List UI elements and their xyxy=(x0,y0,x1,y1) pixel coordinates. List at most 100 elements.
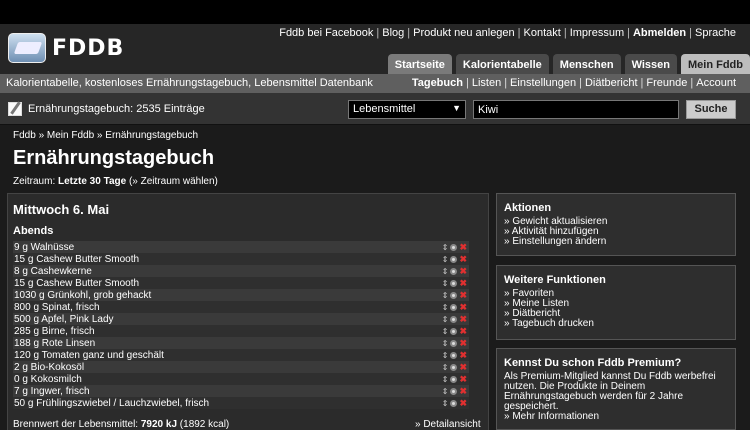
delete-icon[interactable]: ✖ xyxy=(459,254,467,265)
subnav-tagebuch[interactable]: Tagebuch xyxy=(412,77,463,89)
subnav-freunde[interactable]: Freunde xyxy=(646,77,687,89)
entry-label[interactable]: 15 g Cashew Butter Smooth xyxy=(13,278,437,289)
gear-icon[interactable] xyxy=(450,363,458,371)
tab-menschen[interactable]: Menschen xyxy=(552,54,621,74)
gear-icon[interactable] xyxy=(450,375,458,383)
day-title: Mittwoch 6. Mai xyxy=(13,202,110,217)
sort-icon[interactable]: ⇕ xyxy=(442,387,449,396)
entry-label[interactable]: 120 g Tomaten ganz und geschält xyxy=(13,350,437,361)
tab-mein-fddb[interactable]: Mein Fddb xyxy=(681,54,750,74)
link-new-product[interactable]: Produkt neu anlegen xyxy=(413,27,515,39)
sort-icon[interactable]: ⇕ xyxy=(442,303,449,312)
breadcrumb[interactable]: Fddb » Mein Fddb » Ernährungstagebuch xyxy=(13,130,198,141)
entry-label[interactable]: 188 g Rote Linsen xyxy=(13,338,437,349)
entry-label[interactable]: 285 g Birne, frisch xyxy=(13,326,437,337)
search-input[interactable] xyxy=(473,100,679,119)
sort-icon[interactable]: ⇕ xyxy=(442,243,449,252)
gear-icon[interactable] xyxy=(450,279,458,287)
gear-icon[interactable] xyxy=(450,303,458,311)
sort-icon[interactable]: ⇕ xyxy=(442,255,449,264)
delete-icon[interactable]: ✖ xyxy=(459,338,467,349)
sort-icon[interactable]: ⇕ xyxy=(442,363,449,372)
period-info: Zeitraum: Letzte 30 Tage (» Zeitraum wäh… xyxy=(13,176,218,187)
delete-icon[interactable]: ✖ xyxy=(459,398,467,409)
delete-icon[interactable]: ✖ xyxy=(459,242,467,253)
subnav-listen[interactable]: Listen xyxy=(472,77,501,89)
link-contact[interactable]: Kontakt xyxy=(524,27,561,39)
link-language[interactable]: Sprache xyxy=(695,27,736,39)
subnav-diaetbericht[interactable]: Diätbericht xyxy=(585,77,638,89)
delete-icon[interactable]: ✖ xyxy=(459,326,467,337)
sort-icon[interactable]: ⇕ xyxy=(442,267,449,276)
energy-label: Brennwert der Lebensmittel: xyxy=(13,419,139,430)
link-facebook[interactable]: Fddb bei Facebook xyxy=(279,27,373,39)
detail-view-link[interactable]: » Detailansicht xyxy=(415,419,481,430)
sort-icon[interactable]: ⇕ xyxy=(442,351,449,360)
link-print-diary[interactable]: » Tagebuch drucken xyxy=(504,319,728,329)
entry-label[interactable]: 50 g Frühlingszwiebel / Lauchzwiebel, fr… xyxy=(13,398,437,409)
delete-icon[interactable]: ✖ xyxy=(459,362,467,373)
sort-icon[interactable]: ⇕ xyxy=(442,375,449,384)
entry-label[interactable]: 500 g Apfel, Pink Lady xyxy=(13,314,437,325)
entry-label[interactable]: 1030 g Grünkohl, grob gehackt xyxy=(13,290,437,301)
energy-kcal: (1892 kcal) xyxy=(179,419,230,430)
search-category-select[interactable]: Lebensmittel ▼ xyxy=(348,100,466,119)
premium-title: Kennst Du schon Fddb Premium? xyxy=(504,357,682,369)
entry-label[interactable]: 15 g Cashew Butter Smooth xyxy=(13,254,437,265)
sort-icon[interactable]: ⇕ xyxy=(442,279,449,288)
entry-label[interactable]: 9 g Walnüsse xyxy=(13,242,437,253)
subnav-account[interactable]: Account xyxy=(696,77,736,89)
gear-icon[interactable] xyxy=(450,351,458,359)
link-blog[interactable]: Blog xyxy=(382,27,404,39)
logo-text: FDDB xyxy=(52,35,125,61)
period-change-link[interactable]: (» Zeitraum wählen) xyxy=(129,176,218,187)
entry-label[interactable]: 0 g Kokosmilch xyxy=(13,374,437,385)
delete-icon[interactable]: ✖ xyxy=(459,302,467,313)
tab-wissen[interactable]: Wissen xyxy=(624,54,677,74)
gear-icon[interactable] xyxy=(450,315,458,323)
delete-icon[interactable]: ✖ xyxy=(459,278,467,289)
entry-label[interactable]: 8 g Cashewkerne xyxy=(13,266,437,277)
more-functions-box: Weitere Funktionen » Favoriten » Meine L… xyxy=(496,265,736,340)
table-row: 1030 g Grünkohl, grob gehackt ⇕ ✖ xyxy=(13,289,469,301)
table-row: 285 g Birne, frisch ⇕ ✖ xyxy=(13,325,469,337)
delete-icon[interactable]: ✖ xyxy=(459,290,467,301)
entry-label[interactable]: 7 g Ingwer, frisch xyxy=(13,386,437,397)
logo[interactable]: FDDB xyxy=(8,33,124,63)
gear-icon[interactable] xyxy=(450,327,458,335)
sort-icon[interactable]: ⇕ xyxy=(442,339,449,348)
sub-navigation: Tagebuch | Listen | Einstellungen | Diätberich… xyxy=(411,77,736,89)
gear-icon[interactable] xyxy=(450,399,458,407)
diary-count-text: Ernährungstagebuch: 2535 Einträge xyxy=(28,103,205,115)
gear-icon[interactable] xyxy=(450,339,458,347)
gear-icon[interactable] xyxy=(450,387,458,395)
sort-icon[interactable]: ⇕ xyxy=(442,399,449,408)
gear-icon[interactable] xyxy=(450,255,458,263)
delete-icon[interactable]: ✖ xyxy=(459,266,467,277)
delete-icon[interactable]: ✖ xyxy=(459,314,467,325)
tab-startseite[interactable]: Startseite xyxy=(387,54,452,74)
entry-label[interactable]: 2 g Bio-Kokosöl xyxy=(13,362,437,373)
sort-icon[interactable]: ⇕ xyxy=(442,315,449,324)
link-logout[interactable]: Abmelden xyxy=(633,27,686,39)
delete-icon[interactable]: ✖ xyxy=(459,374,467,385)
gear-icon[interactable] xyxy=(450,243,458,251)
delete-icon[interactable]: ✖ xyxy=(459,350,467,361)
action-change-settings[interactable]: » Einstellungen ändern xyxy=(504,237,728,247)
sort-icon[interactable]: ⇕ xyxy=(442,291,449,300)
subnav-einstellungen[interactable]: Einstellungen xyxy=(510,77,576,89)
tab-kalorientabelle[interactable]: Kalorientabelle xyxy=(455,54,549,74)
table-row: 500 g Apfel, Pink Lady ⇕ ✖ xyxy=(13,313,469,325)
meal-title: Abends xyxy=(13,225,54,237)
diary-count[interactable]: Ernährungstagebuch: 2535 Einträge xyxy=(8,102,205,116)
link-imprint[interactable]: Impressum xyxy=(570,27,624,39)
search-button[interactable]: Suche xyxy=(686,100,736,119)
gear-icon[interactable] xyxy=(450,291,458,299)
gear-icon[interactable] xyxy=(450,267,458,275)
sort-icon[interactable]: ⇕ xyxy=(442,327,449,336)
table-row: 120 g Tomaten ganz und geschält ⇕ ✖ xyxy=(13,349,469,361)
delete-icon[interactable]: ✖ xyxy=(459,386,467,397)
premium-more-info-link[interactable]: » Mehr Informationen xyxy=(504,412,728,422)
table-row: 800 g Spinat, frisch ⇕ ✖ xyxy=(13,301,469,313)
entry-label[interactable]: 800 g Spinat, frisch xyxy=(13,302,437,313)
